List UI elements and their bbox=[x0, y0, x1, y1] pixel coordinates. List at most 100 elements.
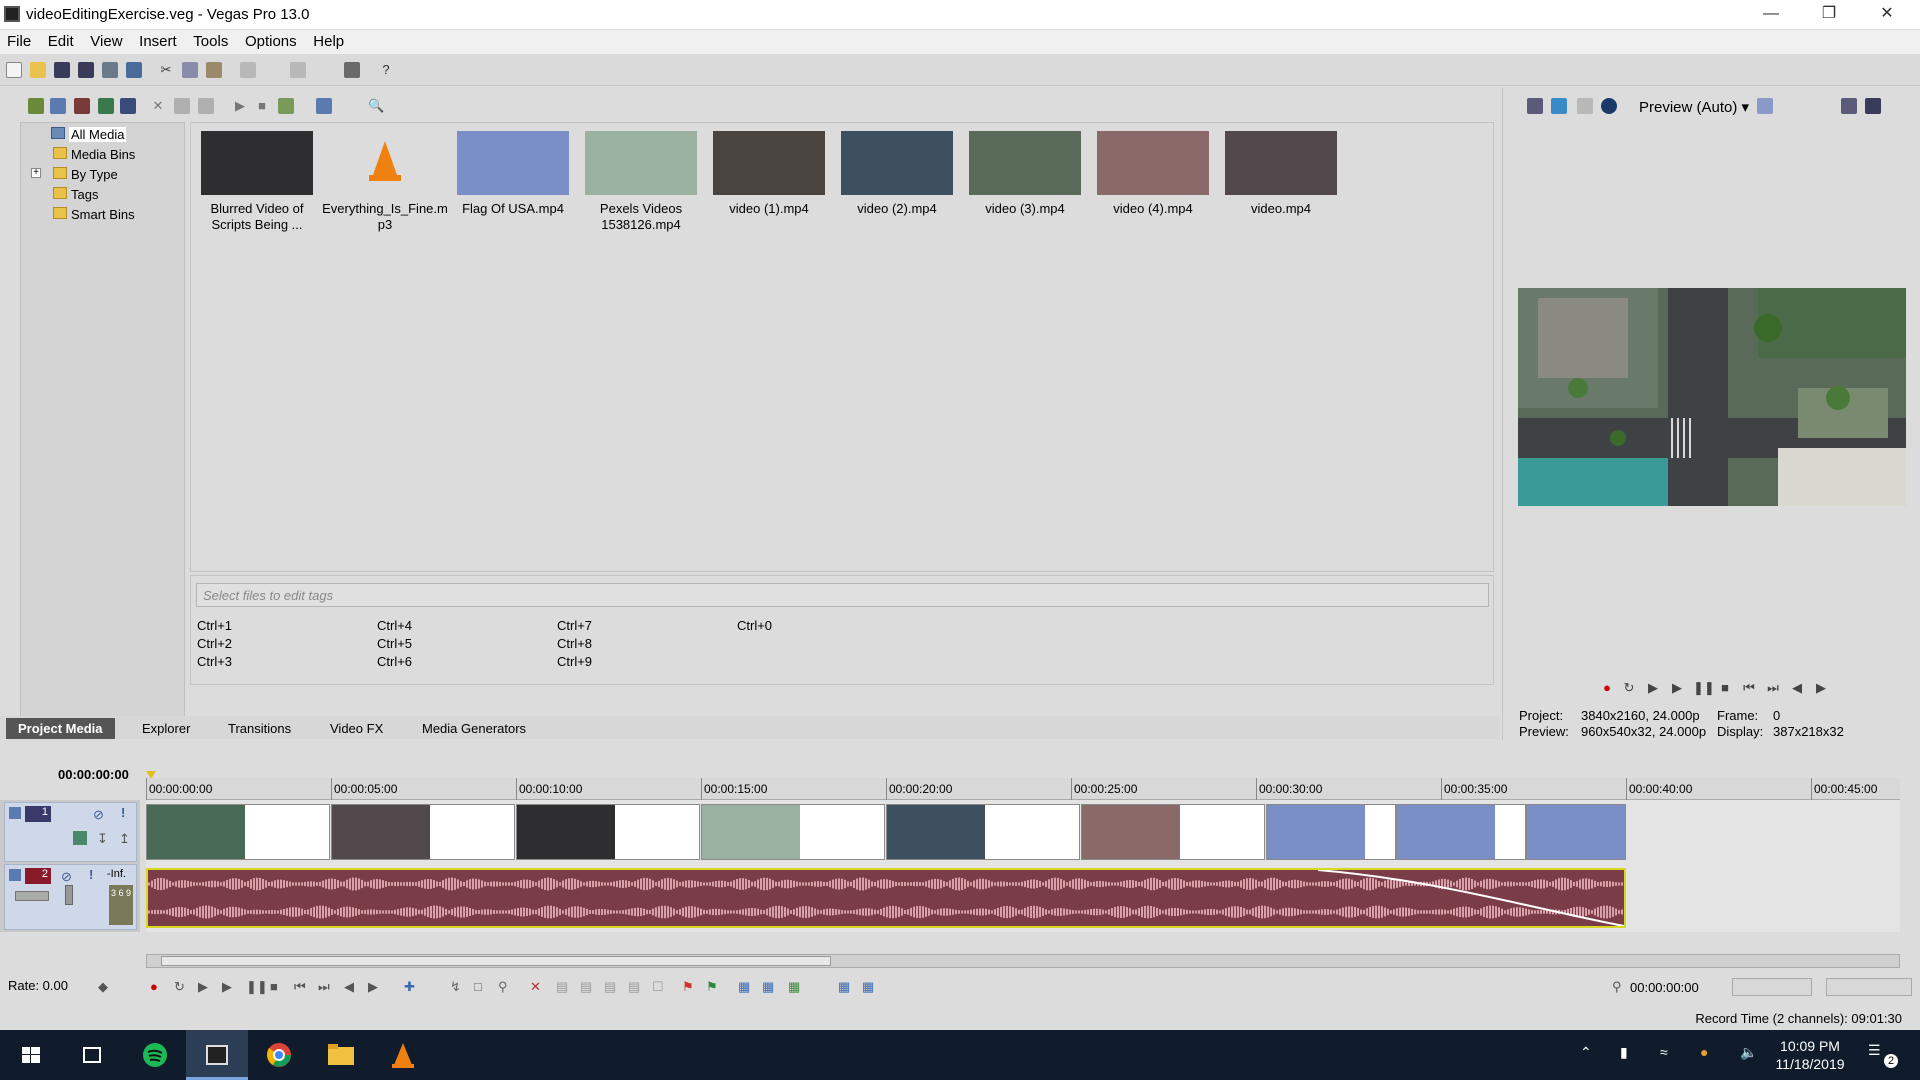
auto-crossfade-icon[interactable]: ▦ bbox=[762, 979, 778, 995]
collapse-icon[interactable] bbox=[9, 807, 21, 819]
menu-options[interactable]: Options bbox=[238, 30, 303, 50]
ignore-event-grouping-icon[interactable]: ▦ bbox=[862, 979, 878, 995]
task-view-icon[interactable] bbox=[62, 1030, 124, 1080]
menu-view[interactable]: View bbox=[83, 30, 128, 50]
video-event[interactable] bbox=[1266, 804, 1396, 860]
remove-media-icon[interactable]: ✕ bbox=[150, 98, 166, 114]
get-media-icon[interactable] bbox=[74, 98, 90, 114]
enable-snapping-icon[interactable] bbox=[344, 62, 360, 78]
stop-icon[interactable]: ■ bbox=[254, 98, 270, 114]
copy-icon[interactable] bbox=[182, 62, 198, 78]
volume-slider[interactable] bbox=[15, 891, 49, 901]
media-thumbnail[interactable] bbox=[841, 131, 953, 195]
overlays-icon[interactable] bbox=[1757, 98, 1773, 114]
envelope-edit-tool-icon[interactable]: ↯ bbox=[450, 979, 466, 995]
clock-time[interactable]: 10:09 PM bbox=[1774, 1038, 1846, 1054]
delete-icon[interactable]: ✕ bbox=[530, 979, 546, 995]
play-from-start-icon[interactable]: ▶ bbox=[1645, 680, 1661, 696]
tree-item-smart-bins[interactable]: Smart Bins bbox=[53, 207, 135, 222]
menu-tools[interactable]: Tools bbox=[186, 30, 234, 50]
battery-icon[interactable]: ▮ bbox=[1620, 1044, 1628, 1061]
rate-slider-icon[interactable]: ◆ bbox=[98, 979, 114, 995]
snapping-icon[interactable]: ▦ bbox=[788, 979, 804, 995]
media-properties-icon[interactable] bbox=[174, 98, 190, 114]
tree-item-tags[interactable]: Tags bbox=[53, 187, 98, 202]
network-icon[interactable]: ≈ bbox=[1660, 1044, 1668, 1060]
preview-quality-dropdown[interactable]: Preview (Auto) ▾ bbox=[1639, 98, 1749, 116]
properties-icon[interactable] bbox=[126, 62, 142, 78]
play-icon[interactable]: ▶ bbox=[232, 98, 248, 114]
zoom-edit-tool-icon[interactable]: ⚲ bbox=[498, 979, 514, 995]
menu-insert[interactable]: Insert bbox=[132, 30, 183, 50]
preview-properties-icon[interactable] bbox=[1527, 98, 1543, 114]
video-event[interactable] bbox=[1081, 804, 1265, 860]
copy-snapshot-icon[interactable] bbox=[1841, 98, 1857, 114]
pan-slider[interactable] bbox=[65, 885, 73, 905]
solo-icon[interactable]: ! bbox=[121, 805, 125, 820]
new-icon[interactable] bbox=[6, 62, 22, 78]
pause-icon[interactable]: ❚❚ bbox=[246, 979, 268, 995]
spotify-icon[interactable] bbox=[124, 1030, 186, 1080]
tab-project-media[interactable]: Project Media bbox=[6, 718, 115, 739]
loop-playback-icon[interactable]: ↻ bbox=[174, 979, 190, 995]
restore-button[interactable]: ❐ bbox=[1800, 0, 1858, 30]
fade-out-curve[interactable] bbox=[1317, 870, 1624, 926]
video-track-header[interactable]: 1 ⊘ ! ↧ ↥ bbox=[4, 802, 137, 862]
cut-icon[interactable]: ✂ bbox=[158, 62, 174, 78]
time-position-field[interactable]: 00:00:00:00 bbox=[1630, 980, 1699, 995]
play-icon[interactable]: ▶ bbox=[222, 979, 238, 995]
tree-item-media-bins[interactable]: Media Bins bbox=[53, 147, 135, 162]
stop-icon[interactable]: ■ bbox=[270, 979, 286, 995]
tab-transitions[interactable]: Transitions bbox=[216, 718, 303, 739]
paste-icon[interactable] bbox=[206, 62, 222, 78]
media-fx-add-icon[interactable] bbox=[198, 98, 214, 114]
mute-icon[interactable]: ⊘ bbox=[93, 807, 104, 823]
menu-file[interactable]: File bbox=[0, 30, 37, 50]
previous-frame-icon[interactable]: ◀ bbox=[1789, 680, 1805, 696]
insert-region-icon[interactable]: ⚑ bbox=[706, 979, 722, 995]
media-fx-icon[interactable] bbox=[120, 98, 136, 114]
timeline-ruler[interactable]: 00:00:00:00 00:00:05:00 00:00:10:00 00:00:1… bbox=[146, 778, 1900, 800]
make-child-icon[interactable]: ↥ bbox=[119, 831, 130, 847]
stop-icon[interactable]: ■ bbox=[1717, 680, 1733, 696]
insert-marker-icon[interactable]: ⚑ bbox=[682, 979, 698, 995]
go-to-end-icon[interactable]: ⏭ bbox=[1765, 680, 1781, 696]
tree-item-by-type[interactable]: + By Type bbox=[31, 167, 118, 182]
go-to-start-icon[interactable]: ⏮ bbox=[294, 979, 310, 995]
media-thumbnail[interactable] bbox=[585, 131, 697, 195]
timeline-scrollbar[interactable] bbox=[146, 954, 1900, 968]
selection-end-field[interactable] bbox=[1826, 978, 1912, 996]
capture-icon[interactable] bbox=[50, 98, 66, 114]
open-icon[interactable] bbox=[30, 62, 46, 78]
tree-item-all-media[interactable]: All Media bbox=[51, 127, 127, 142]
undo-icon[interactable] bbox=[240, 62, 256, 78]
normal-edit-tool-icon[interactable]: ✚ bbox=[404, 979, 420, 995]
close-button[interactable]: ✕ bbox=[1858, 0, 1916, 30]
import-media-icon[interactable] bbox=[28, 98, 44, 114]
play-from-start-icon[interactable]: ▶ bbox=[198, 979, 214, 995]
video-event[interactable] bbox=[701, 804, 885, 860]
video-event[interactable] bbox=[1526, 804, 1626, 860]
record-icon[interactable]: ● bbox=[150, 979, 166, 995]
save-icon[interactable] bbox=[54, 62, 70, 78]
file-explorer-icon[interactable] bbox=[310, 1030, 372, 1080]
auto-ripple-icon[interactable]: ▦ bbox=[738, 979, 754, 995]
tab-media-generators[interactable]: Media Generators bbox=[410, 718, 538, 739]
windows-start-icon[interactable] bbox=[0, 1030, 62, 1080]
volume-icon[interactable]: 🔈 bbox=[1740, 1044, 1757, 1061]
render-icon[interactable] bbox=[102, 62, 118, 78]
save-snapshot-icon[interactable] bbox=[1865, 98, 1881, 114]
video-event[interactable] bbox=[331, 804, 515, 860]
clock-date[interactable]: 11/18/2019 bbox=[1774, 1056, 1846, 1072]
compositing-mode-icon[interactable] bbox=[73, 831, 87, 845]
solo-icon[interactable]: ! bbox=[89, 867, 93, 882]
parent-motion-icon[interactable]: ↧ bbox=[97, 831, 108, 847]
tab-video-fx[interactable]: Video FX bbox=[318, 718, 395, 739]
split-screen-icon[interactable] bbox=[1601, 98, 1617, 114]
media-thumbnail[interactable] bbox=[1097, 131, 1209, 195]
lock-icon[interactable]: ☐ bbox=[652, 979, 668, 995]
audio-track-header[interactable]: 2 ⊘ ! -Inf. 3 6 9 bbox=[4, 864, 137, 930]
save-as-icon[interactable] bbox=[78, 62, 94, 78]
video-event[interactable] bbox=[1396, 804, 1526, 860]
lock-envelopes-icon[interactable]: ▦ bbox=[838, 979, 854, 995]
